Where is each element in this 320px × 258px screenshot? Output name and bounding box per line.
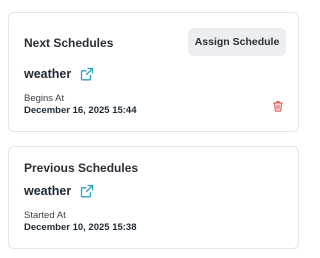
next-schedule-name: weather (24, 67, 72, 81)
next-schedule-row: weather (24, 67, 94, 81)
assign-schedule-button[interactable]: Assign Schedule (188, 28, 286, 56)
previous-schedule-row: weather (24, 184, 94, 198)
previous-schedules-card: Previous Schedules weather Started At De… (8, 146, 299, 249)
previous-schedules-title: Previous Schedules (24, 161, 139, 175)
previous-schedule-name: weather (24, 184, 72, 198)
next-schedules-title: Next Schedules (24, 36, 114, 50)
external-link-icon[interactable] (80, 67, 94, 81)
trash-icon[interactable] (272, 100, 284, 112)
external-link-icon[interactable] (80, 184, 94, 198)
next-schedules-card: Next Schedules Assign Schedule weather B… (8, 12, 299, 132)
begins-at-value: December 16, 2025 15:44 (24, 105, 137, 116)
started-at-label: Started At (24, 210, 66, 221)
started-at-value: December 10, 2025 15:38 (24, 222, 137, 233)
begins-at-label: Begins At (24, 93, 65, 104)
